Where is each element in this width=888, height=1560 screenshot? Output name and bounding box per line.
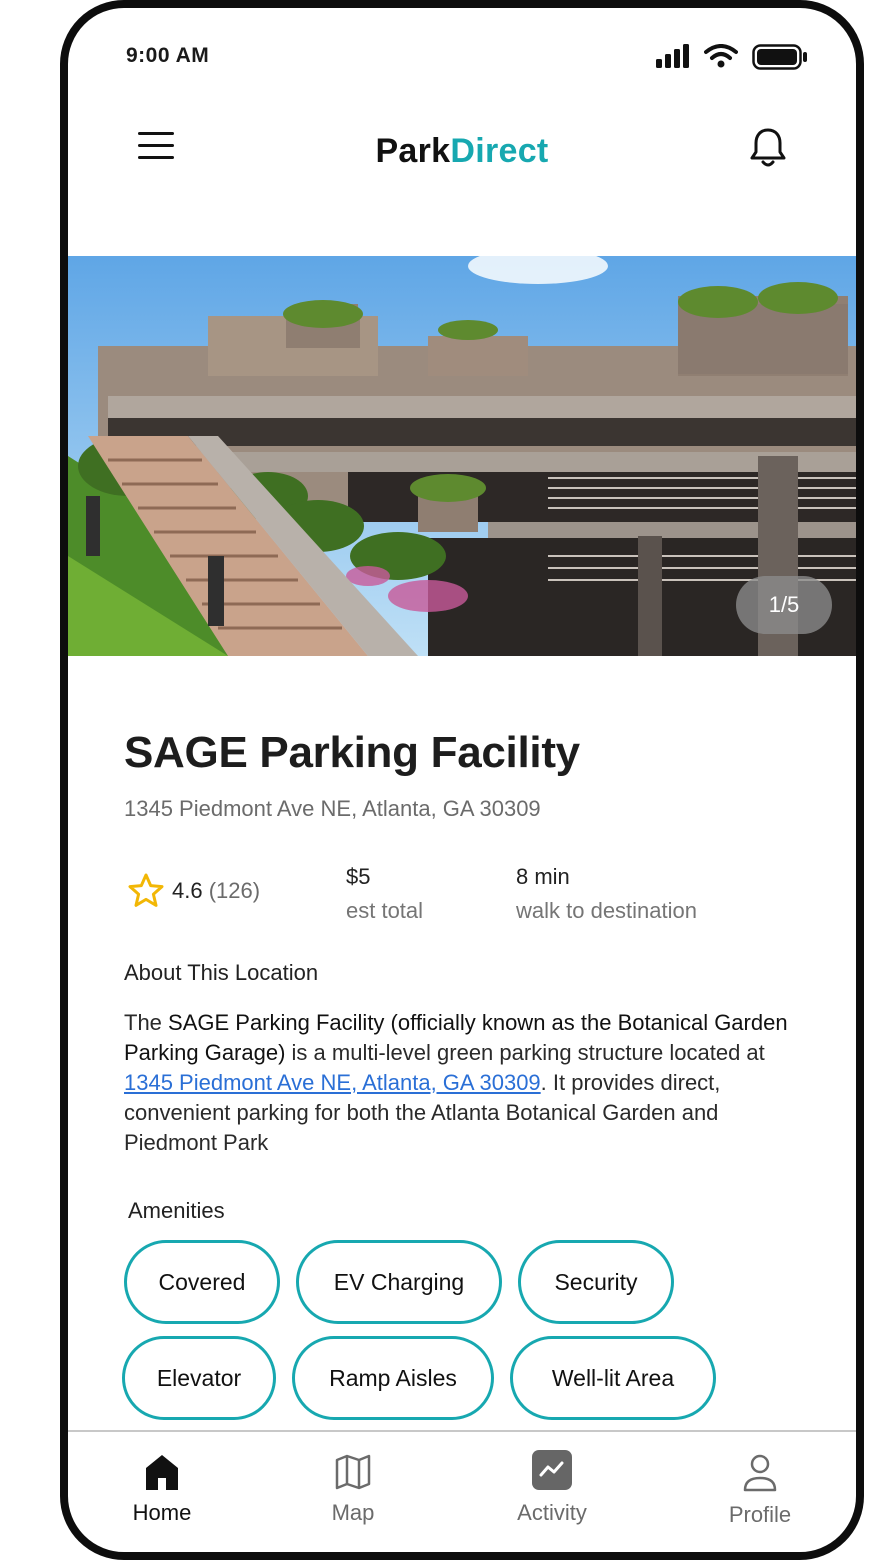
rating-value: 4.6 [172,878,203,903]
amenity-chip-elevator[interactable]: Elevator [122,1336,276,1420]
activity-icon [532,1450,572,1490]
logo-park: Park [375,132,451,170]
amenity-chip-ramp-aisles[interactable]: Ramp Aisles [292,1336,494,1420]
price-stat: $5 est total [346,864,423,924]
price-value: $5 [346,864,371,889]
battery-icon [752,44,807,70]
logo-direct: Direct [450,132,549,170]
home-icon [146,1455,178,1490]
review-count: (126) [208,878,261,903]
nav-map-label: Map [331,1500,375,1525]
nav-map[interactable]: Map [308,1452,398,1526]
bell-icon [750,128,786,167]
about-heading: About This Location [124,960,319,985]
signal-icon [656,44,689,68]
nav-activity-label: Activity [517,1500,587,1525]
nav-profile[interactable]: Profile [712,1452,808,1528]
star-icon [128,873,164,907]
image-counter[interactable]: 1/5 [736,576,832,634]
facility-name: SAGE Parking Facility [124,728,580,777]
walk-stat: 8 min walk to destination [516,864,697,924]
nav-home-label: Home [132,1500,192,1525]
app-logo: ParkDirect [68,132,856,171]
profile-icon [743,1454,777,1492]
price-label: est total [346,898,424,923]
amenity-chip-well-lit-area[interactable]: Well-lit Area [510,1336,716,1420]
status-time: 9:00 AM [126,44,210,67]
nav-profile-label: Profile [728,1502,792,1527]
amenity-chip-ev-charging[interactable]: EV Charging [296,1240,502,1324]
bottom-nav-divider [68,1430,856,1432]
phone-frame: 9:00 AM ParkDirect 1/5 SAGE Parking Faci… [60,0,864,1560]
about-text-1: The [124,1010,169,1035]
address-link[interactable]: 1345 Piedmont Ave NE, Atlanta, GA 30309 [124,1070,541,1095]
amenities-heading: Amenities [128,1198,225,1223]
wifi-icon [704,44,738,68]
walk-time-value: 8 min [516,864,570,889]
about-text-2: is a multi-level green parking structure… [285,1040,765,1065]
facility-address: 1345 Piedmont Ave NE, Atlanta, GA 30309 [124,796,541,821]
rating-text: 4.6 (126) [172,878,260,904]
nav-home[interactable]: Home [118,1452,206,1526]
map-icon [335,1454,371,1490]
amenity-chip-security[interactable]: Security [518,1240,674,1324]
about-description: The SAGE Parking Facility (officially kn… [124,1008,792,1158]
amenity-chip-covered[interactable]: Covered [124,1240,280,1324]
nav-activity[interactable]: Activity [502,1448,602,1526]
notifications-button[interactable] [748,126,788,168]
walk-time-label: walk to destination [516,898,697,923]
